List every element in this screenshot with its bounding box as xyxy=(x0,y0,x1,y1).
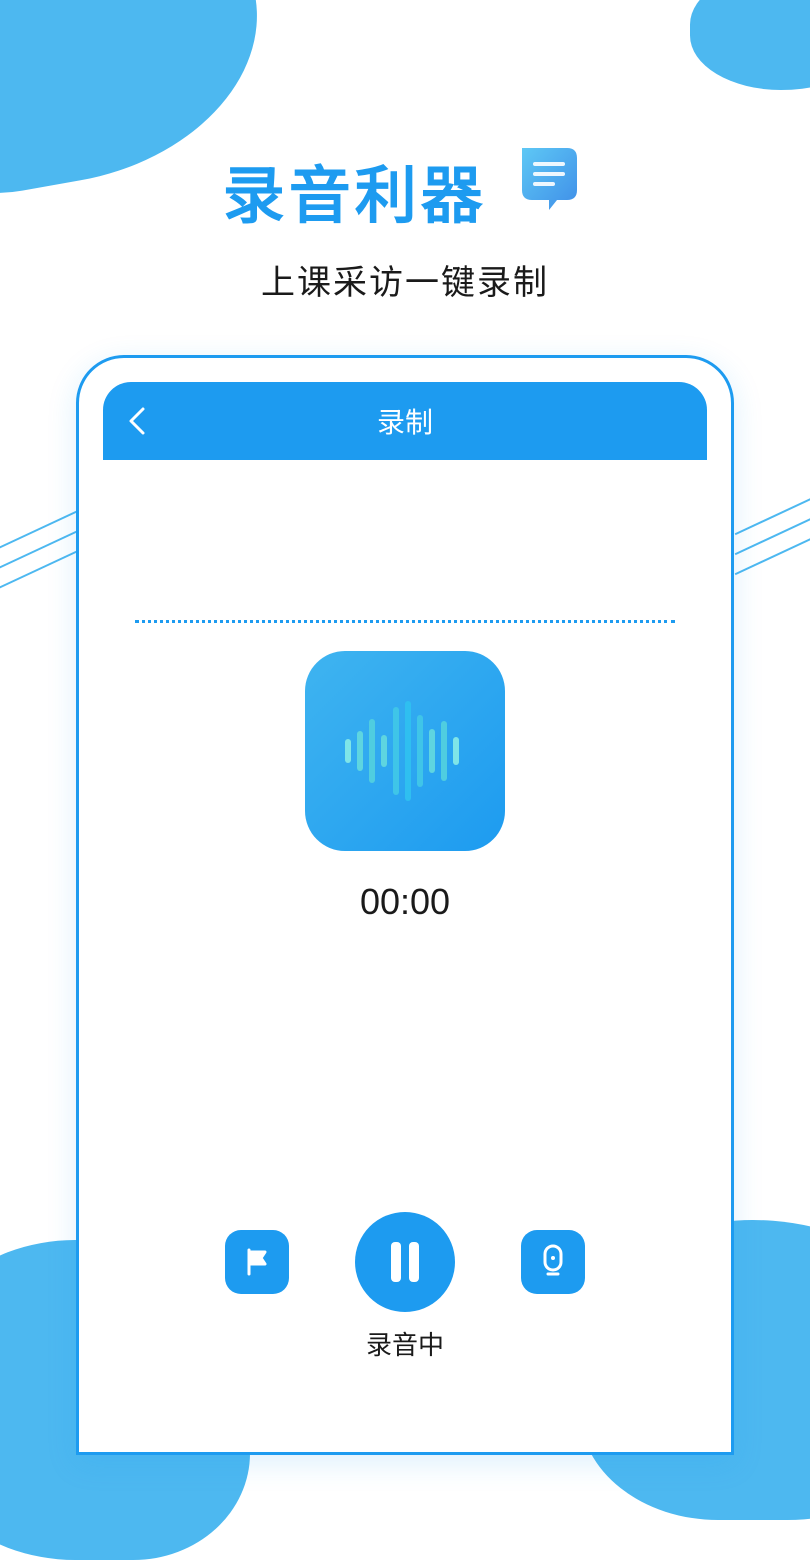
app-bar: 录制 xyxy=(103,382,707,460)
main-title: 录音利器 xyxy=(223,145,487,235)
chat-bubble-icon xyxy=(507,138,587,223)
subtitle: 上课采访一键录制 xyxy=(0,255,810,304)
waveform-icon xyxy=(305,651,505,851)
diagonal-lines-left xyxy=(0,530,80,590)
pause-button[interactable] xyxy=(355,1212,455,1312)
page-header: 录音利器 上课采访一键录制 xyxy=(0,145,810,304)
back-button[interactable] xyxy=(127,405,147,437)
recording-content: 00:00 xyxy=(103,460,707,923)
waveform-track xyxy=(135,620,675,623)
app-bar-title: 录制 xyxy=(103,401,707,441)
recording-status: 录音中 xyxy=(103,1325,707,1362)
save-button[interactable] xyxy=(521,1230,585,1294)
recording-timer: 00:00 xyxy=(103,881,707,923)
playback-controls xyxy=(103,1212,707,1312)
phone-screen: 录制 00:00 xyxy=(103,382,707,1455)
phone-mockup: 录制 00:00 xyxy=(76,355,734,1455)
bg-blob-top-right xyxy=(690,0,810,90)
flag-button[interactable] xyxy=(225,1230,289,1294)
diagonal-lines-right xyxy=(730,510,810,570)
